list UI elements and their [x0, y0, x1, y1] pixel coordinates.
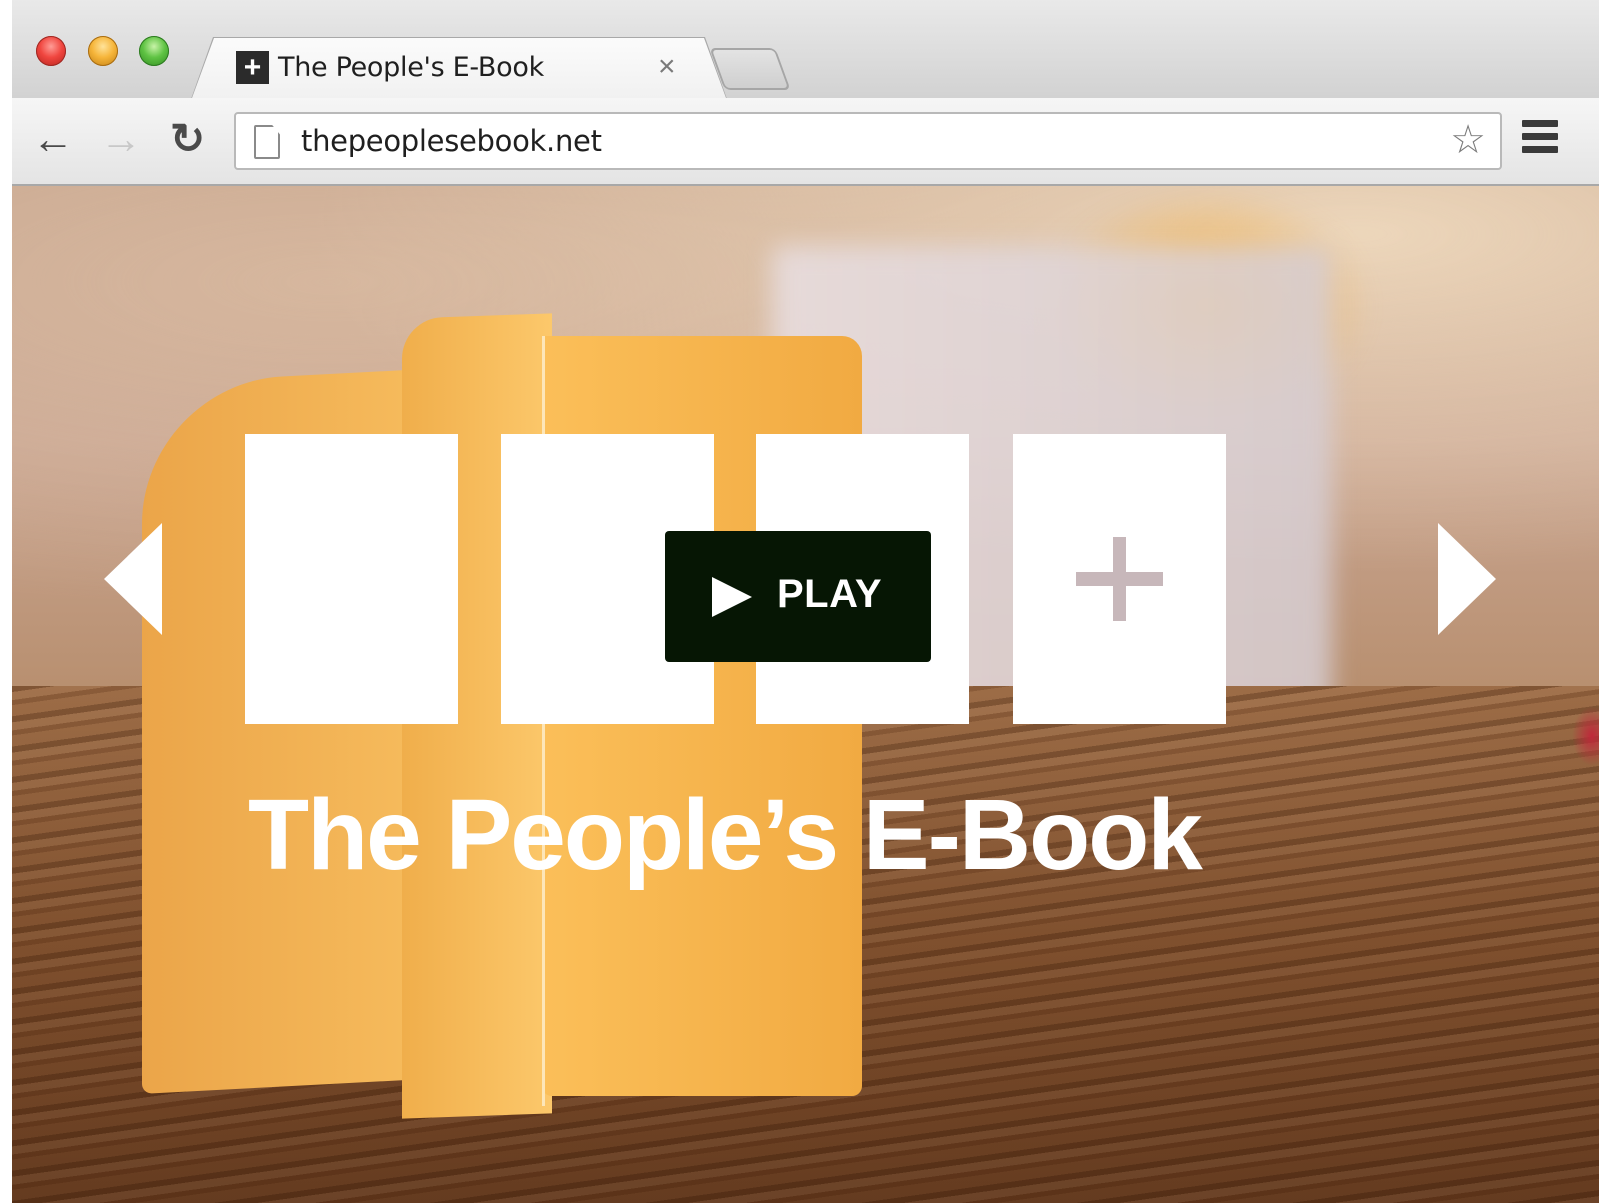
zoom-window-button[interactable] — [139, 36, 169, 66]
book-card-1[interactable] — [245, 434, 458, 724]
reload-icon[interactable]: ↻ — [170, 116, 205, 162]
background-red-object — [1572, 706, 1599, 766]
new-tab-button[interactable] — [709, 48, 791, 90]
hero-title: The People’s E-Book — [248, 779, 1203, 891]
browser-toolbar: ← → ↻ thepeoplesebook.net ☆ — [12, 98, 1599, 186]
minimize-window-button[interactable] — [88, 36, 118, 66]
bookmark-star-icon[interactable]: ☆ — [1450, 118, 1486, 162]
next-arrow-icon[interactable] — [1438, 523, 1496, 635]
back-arrow-icon[interactable]: ← — [32, 116, 74, 162]
previous-arrow-icon[interactable] — [104, 523, 162, 635]
page-icon — [254, 125, 280, 159]
tab-close-icon[interactable]: × — [658, 50, 676, 84]
tab-strip: + The People's E-Book × — [12, 0, 1599, 99]
favicon-icon: + — [236, 51, 269, 84]
tab-active[interactable]: + The People's E-Book × — [192, 38, 726, 98]
address-bar[interactable]: thepeoplesebook.net ☆ — [234, 112, 1502, 170]
close-window-button[interactable] — [36, 36, 66, 66]
tab-title: The People's E-Book — [278, 52, 544, 83]
url-text[interactable]: thepeoplesebook.net — [301, 124, 602, 158]
page-content: PLAY The People’s E-Book — [12, 186, 1599, 1203]
menu-icon[interactable] — [1522, 120, 1558, 159]
browser-window: + The People's E-Book × ← → ↻ thepeoples… — [12, 0, 1599, 1203]
play-icon — [712, 577, 752, 617]
add-book-card[interactable] — [1013, 434, 1226, 724]
play-button[interactable]: PLAY — [665, 531, 931, 662]
forward-arrow-icon[interactable]: → — [100, 116, 142, 162]
plus-icon — [1076, 537, 1163, 621]
play-label: PLAY — [777, 572, 883, 616]
